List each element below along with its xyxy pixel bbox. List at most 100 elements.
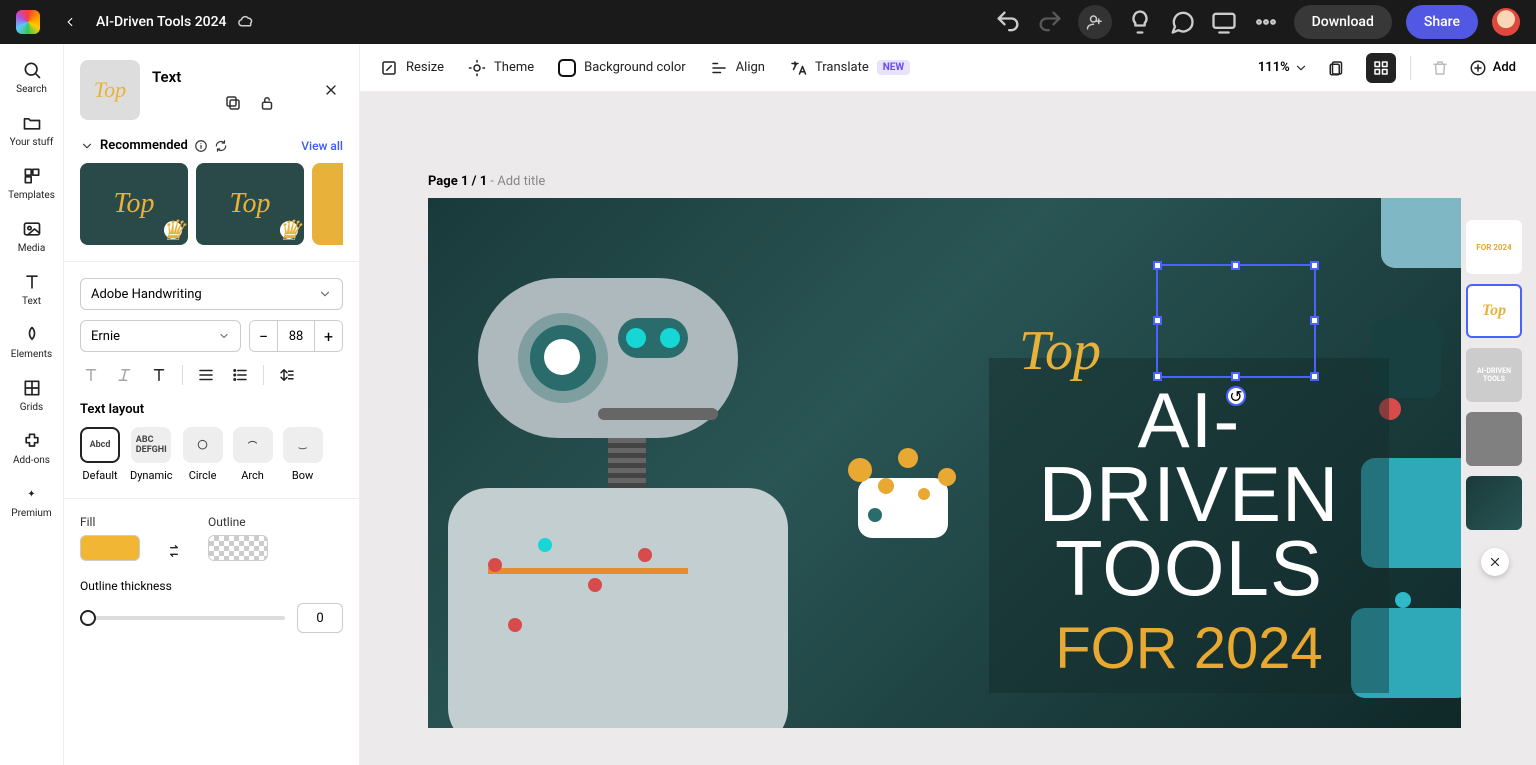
bgcolor-button[interactable]: Background color	[558, 59, 686, 77]
swap-colors-icon[interactable]	[164, 541, 184, 561]
panel-title: Text	[152, 68, 276, 86]
document-title[interactable]: AI-Driven Tools 2024	[96, 14, 227, 30]
rail-elements[interactable]: Elements	[4, 325, 60, 360]
more-icon[interactable]	[1252, 8, 1280, 36]
bulb-icon[interactable]	[1126, 8, 1154, 36]
back-button[interactable]	[56, 8, 84, 36]
font-family-select[interactable]: Adobe Handwriting	[80, 278, 343, 310]
rail-search[interactable]: Search	[4, 60, 60, 95]
text-style-3[interactable]	[148, 364, 170, 386]
rail-addons-label: Add-ons	[13, 455, 50, 466]
outline-swatch[interactable]	[208, 535, 268, 561]
refresh-icon[interactable]	[214, 139, 228, 153]
selection-box[interactable]: ↺	[1156, 264, 1316, 378]
rail-premium[interactable]: ✦Premium	[4, 484, 60, 519]
theme-button[interactable]: Theme	[468, 59, 534, 77]
close-panel-button[interactable]	[319, 78, 343, 102]
recommended-card[interactable]	[312, 163, 343, 245]
lock-icon[interactable]	[258, 94, 276, 112]
text-layout-heading: Text layout	[80, 402, 343, 417]
rail-your-stuff[interactable]: Your stuff	[4, 113, 60, 148]
recommended-card[interactable]: Top♛	[196, 163, 304, 245]
present-icon[interactable]	[1210, 8, 1238, 36]
title-block[interactable]: Top AI-DRIVEN TOOLS FOR 2024	[989, 358, 1389, 693]
text-year[interactable]: FOR 2024	[1055, 615, 1323, 682]
page-thumb[interactable]: AI-DRIVEN TOOLS	[1466, 348, 1522, 402]
undo-button[interactable]	[994, 8, 1022, 36]
layout-bow[interactable]: ‿Bow	[283, 427, 323, 482]
font-style-select[interactable]: Ernie	[80, 320, 241, 352]
add-page-button[interactable]: Add	[1469, 59, 1516, 77]
text-line2[interactable]: TOOLS	[1055, 531, 1323, 605]
translate-button[interactable]: TranslateNEW	[789, 59, 910, 77]
fill-swatch[interactable]	[80, 535, 140, 561]
fill-label: Fill	[80, 515, 140, 529]
font-size-decrease[interactable]: −	[250, 321, 278, 351]
view-all-link[interactable]: View all	[301, 139, 343, 153]
info-icon[interactable]	[194, 139, 208, 153]
user-avatar[interactable]	[1492, 8, 1520, 36]
robot-illustration	[478, 278, 788, 728]
square-icon	[558, 59, 576, 77]
text-style-2[interactable]	[114, 364, 136, 386]
rotate-handle[interactable]: ↺	[1226, 386, 1246, 406]
page-thumb[interactable]	[1466, 412, 1522, 466]
delete-icon[interactable]	[1425, 53, 1455, 83]
duplicate-icon[interactable]	[224, 94, 242, 112]
recommended-card[interactable]: Top♛	[80, 163, 188, 245]
layout-circle[interactable]: ◯Circle	[183, 427, 223, 482]
canvas-stage[interactable]: Page 1 / 1 - Add title	[360, 92, 1536, 765]
text-top[interactable]: Top	[1019, 319, 1101, 383]
adobe-logo[interactable]	[16, 10, 40, 34]
rail-templates-label: Templates	[8, 190, 55, 201]
resize-button[interactable]: Resize	[380, 59, 444, 77]
rail-grids[interactable]: Grids	[4, 378, 60, 413]
redo-button[interactable]	[1036, 8, 1064, 36]
invite-button[interactable]	[1078, 5, 1112, 39]
text-style-1[interactable]	[80, 364, 102, 386]
page-info[interactable]: Page 1 / 1 - Add title	[428, 174, 545, 189]
page-thumbnails: FOR 2024 Top AI-DRIVEN TOOLS	[1466, 220, 1524, 576]
rail-addons[interactable]: Add-ons	[4, 431, 60, 466]
align-group-button[interactable]: Align	[710, 59, 765, 77]
outline-thickness-slider[interactable]	[80, 616, 285, 620]
grid-view-icon[interactable]	[1366, 53, 1396, 83]
page-thumb[interactable]: Top	[1466, 284, 1522, 338]
share-button[interactable]: Share	[1406, 5, 1478, 39]
comment-icon[interactable]	[1168, 8, 1196, 36]
collapse-thumbs-button[interactable]	[1481, 548, 1509, 576]
text-line1[interactable]: AI-DRIVEN	[989, 383, 1389, 531]
rail-text[interactable]: Text	[4, 272, 60, 307]
rail-text-label: Text	[22, 296, 41, 307]
chevron-down-icon	[1294, 61, 1308, 75]
chevron-down-icon[interactable]	[80, 139, 94, 153]
pages-icon[interactable]	[1322, 53, 1352, 83]
rail-templates[interactable]: Templates	[4, 166, 60, 201]
page-thumb[interactable]	[1466, 476, 1522, 530]
zoom-dropdown[interactable]: 111%	[1258, 60, 1308, 75]
bg-shape	[1395, 592, 1411, 608]
layout-default[interactable]: AbcdDefault	[80, 427, 120, 482]
list-button[interactable]	[229, 364, 251, 386]
download-button[interactable]: Download	[1294, 5, 1392, 39]
outline-thickness-input[interactable]	[297, 603, 343, 633]
layout-dynamic[interactable]: ABCDEFGHIDynamic	[130, 427, 173, 482]
font-size-increase[interactable]: +	[314, 321, 342, 351]
font-size-input[interactable]	[278, 321, 314, 351]
left-rail: Search Your stuff Templates Media Text E…	[0, 44, 64, 765]
canvas-toolbar: Resize Theme Background color Align Tran…	[360, 44, 1536, 92]
rail-grids-label: Grids	[20, 402, 43, 413]
page-thumb[interactable]: FOR 2024	[1466, 220, 1522, 274]
align-button[interactable]	[195, 364, 217, 386]
font-style-value: Ernie	[91, 329, 120, 344]
outline-label: Outline	[208, 515, 268, 529]
layout-arch[interactable]: ⌒Arch	[233, 427, 273, 482]
selection-thumbnail: Top	[80, 60, 140, 120]
rail-premium-label: Premium	[11, 508, 51, 519]
font-size-stepper[interactable]: − +	[249, 320, 343, 352]
rail-media[interactable]: Media	[4, 219, 60, 254]
font-family-value: Adobe Handwriting	[91, 287, 202, 302]
rail-elements-label: Elements	[11, 349, 52, 360]
spacing-button[interactable]	[276, 364, 298, 386]
rail-your-stuff-label: Your stuff	[10, 137, 54, 148]
